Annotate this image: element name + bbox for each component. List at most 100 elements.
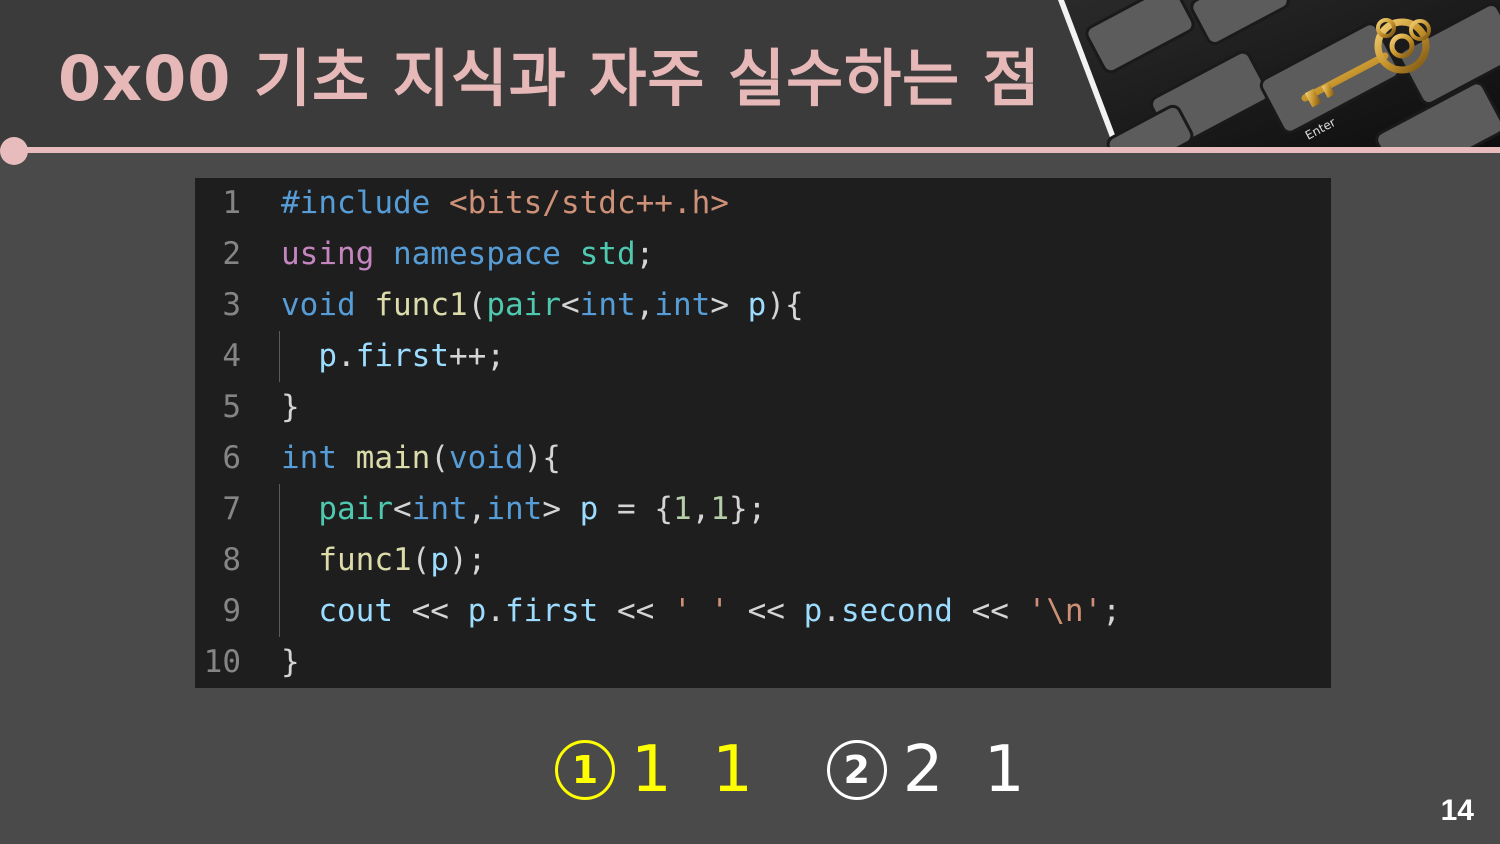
code-token: p xyxy=(579,491,599,527)
code-token: . xyxy=(486,593,505,629)
line-number: 4 xyxy=(222,338,241,374)
line-number: 2 xyxy=(222,236,241,272)
code-token: << xyxy=(952,593,1028,629)
underline-dot xyxy=(0,137,28,165)
code-token: cout xyxy=(318,593,393,629)
code-token: , xyxy=(635,287,655,323)
line-number: 10 xyxy=(203,644,241,680)
code-token: ; xyxy=(635,236,655,272)
code-token: first xyxy=(355,338,449,374)
code-token: func1 xyxy=(318,542,412,578)
code-line: 10} xyxy=(195,637,1331,688)
line-number: 8 xyxy=(222,542,241,578)
code-token: . xyxy=(337,338,356,374)
code-text: } xyxy=(281,637,300,688)
code-token: p xyxy=(318,338,337,374)
code-token: 1 xyxy=(710,491,729,527)
code-token: ){ xyxy=(523,440,561,476)
code-token: int xyxy=(579,287,636,323)
code-token: namespace xyxy=(392,236,580,272)
title-underline xyxy=(14,147,1500,153)
code-token: ){ xyxy=(766,287,804,323)
code-token: ( xyxy=(430,440,449,476)
code-text: int main(void){ xyxy=(281,433,561,484)
code-line: 1 #include <bits/stdc++.h> xyxy=(195,178,1331,229)
page-number: 14 xyxy=(1440,794,1474,827)
line-number: 5 xyxy=(222,389,241,425)
code-token: <bits/stdc++.h> xyxy=(448,185,729,221)
code-line: 6 int main(void){ xyxy=(195,433,1331,484)
code-token: }; xyxy=(729,491,767,527)
code-token: p xyxy=(803,593,823,629)
code-text: void func1(pair<int,int> p){ xyxy=(281,280,804,331)
code-line: 4 p.first++; xyxy=(195,331,1331,382)
code-token: , xyxy=(691,491,711,527)
code-token: < xyxy=(392,491,412,527)
code-token: first xyxy=(504,593,599,629)
line-number: 1 xyxy=(222,185,241,221)
keyboard-key-photo: Enter xyxy=(1050,0,1500,148)
code-text: p.first++; xyxy=(281,331,505,382)
code-token: , xyxy=(467,491,487,527)
code-token: void xyxy=(281,287,375,323)
option-2-marker: 2 xyxy=(826,740,887,800)
option-2[interactable]: 2 2 1 xyxy=(826,733,1035,807)
option-1-text: 1 1 xyxy=(631,733,763,807)
line-number: 7 xyxy=(222,491,241,527)
code-token: 1 xyxy=(672,491,692,527)
code-line: 8 func1(p); xyxy=(195,535,1331,586)
code-line: 2 using namespace std; xyxy=(195,229,1331,280)
option-2-text: 2 1 xyxy=(902,733,1035,807)
code-token: ( xyxy=(411,542,431,578)
code-token: > xyxy=(710,287,748,323)
code-text: } xyxy=(281,382,300,433)
code-text: pair<int,int> p = {1,1}; xyxy=(281,484,766,535)
code-token: . xyxy=(822,593,841,629)
code-line: 9 cout << p.first << ' ' << p.second << … xyxy=(195,586,1331,637)
code-text: cout << p.first << ' ' << p.second << '\… xyxy=(281,586,1121,637)
code-token: '\n' xyxy=(1027,593,1103,629)
code-token: < xyxy=(560,287,580,323)
code-token: int xyxy=(486,491,543,527)
code-token: } xyxy=(281,389,300,425)
code-line: 7 pair<int,int> p = {1,1}; xyxy=(195,484,1331,535)
option-1-marker: 1 xyxy=(555,740,615,800)
code-token: ( xyxy=(467,287,487,323)
code-token: p xyxy=(467,593,487,629)
code-token: second xyxy=(840,593,953,629)
code-text: using namespace std; xyxy=(281,229,654,280)
code-token: using xyxy=(281,236,393,272)
code-token: #include xyxy=(281,185,449,221)
code-token: = { xyxy=(598,491,673,527)
code-token: p xyxy=(430,542,449,578)
code-token: << xyxy=(598,593,673,629)
answer-options: 1 1 1 2 2 1 xyxy=(555,730,1035,810)
line-number: 6 xyxy=(222,440,241,476)
code-token: ++; xyxy=(449,338,505,374)
code-token: << xyxy=(728,593,804,629)
code-text: #include <bits/stdc++.h> xyxy=(281,178,729,229)
code-token: int xyxy=(411,491,468,527)
code-token: std xyxy=(579,236,636,272)
line-number: 3 xyxy=(222,287,241,323)
code-token: pair xyxy=(318,491,393,527)
code-token: p xyxy=(747,287,767,323)
line-number: 9 xyxy=(222,593,241,629)
code-token: ' ' xyxy=(672,593,729,629)
code-token: } xyxy=(281,644,300,680)
code-token: int xyxy=(654,287,711,323)
code-token: void xyxy=(448,440,524,476)
code-line: 3 void func1(pair<int,int> p){ xyxy=(195,280,1331,331)
code-block: 1 #include <bits/stdc++.h> 2 using namespac… xyxy=(195,178,1331,688)
code-token: main xyxy=(355,440,431,476)
code-token: > xyxy=(542,491,580,527)
code-token: ; xyxy=(1102,593,1121,629)
option-1[interactable]: 1 1 1 xyxy=(555,733,763,807)
code-token: func1 xyxy=(374,287,468,323)
code-line: 5} xyxy=(195,382,1331,433)
code-token: int xyxy=(281,440,356,476)
